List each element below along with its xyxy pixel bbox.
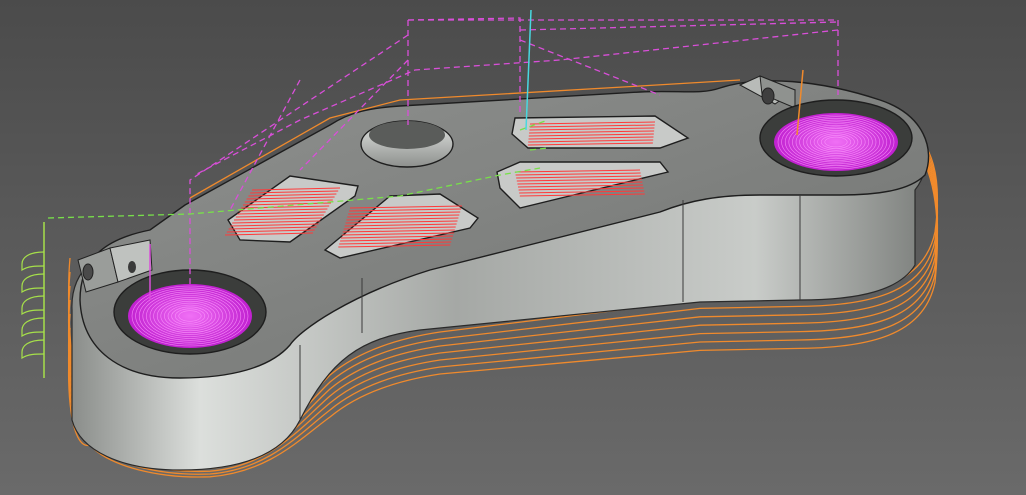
bore-right: [759, 99, 913, 177]
center-hole: [360, 120, 454, 168]
side-entry-toolpath: [21, 251, 45, 360]
side-entry-hook: [21, 317, 45, 338]
cam-scene[interactable]: [0, 0, 1026, 495]
side-entry-hook: [21, 295, 45, 316]
cam-3d-viewport[interactable]: [0, 0, 1026, 495]
side-entry-hook: [21, 339, 45, 360]
side-entry-hook: [21, 251, 45, 272]
side-entry-hook: [21, 273, 45, 294]
